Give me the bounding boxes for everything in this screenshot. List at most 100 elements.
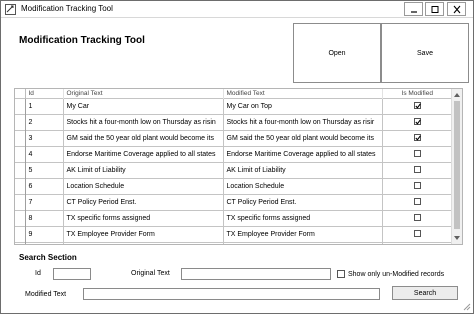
unchecked-checkbox[interactable] [413,150,421,158]
unchecked-checkbox[interactable] [413,230,421,238]
checked-checkbox[interactable] [413,118,421,126]
resize-grip-icon[interactable] [463,303,471,311]
cell-is-modified[interactable] [382,145,452,162]
table-row[interactable]: 3 GM said the 50 year old plant would bec… [15,129,452,146]
scrollbar-thumb[interactable] [454,101,460,229]
table-row[interactable]: 5 AK Limit of Liability AK Limit of Liabil… [15,161,452,178]
cell-modified-text[interactable]: TX Employee Provider Form [223,225,383,242]
cell-is-modified[interactable] [382,241,452,244]
close-button[interactable] [447,2,466,16]
cell-id[interactable]: 6 [25,177,64,194]
records-grid[interactable]: Id Original Text Modified Text Is Modifi… [14,88,463,245]
cell-is-modified[interactable] [382,177,452,194]
cell-is-modified[interactable] [382,225,452,242]
row-header[interactable] [15,225,26,242]
row-header[interactable] [15,209,26,226]
cell-id[interactable]: 10 [25,241,64,244]
cell-is-modified[interactable] [382,209,452,226]
modified-text-search-input[interactable] [83,288,380,300]
cell-modified-text[interactable]: Stocks hit a four-month low on Thursday … [223,113,383,130]
scroll-down-icon[interactable] [453,234,461,242]
table-row[interactable]: 4 Endorse Maritime Coverage applied to al… [15,145,452,162]
id-search-input[interactable] [53,268,91,280]
table-header-row: Id Original Text Modified Text Is Modifi… [15,89,452,98]
cell-is-modified[interactable] [382,161,452,178]
search-button[interactable]: Search [392,286,458,300]
unchecked-checkbox[interactable] [413,182,421,190]
cell-original-text[interactable]: TX specific forms assigned [63,209,224,226]
cell-original-text[interactable]: Endorse Maritime Coverage applied to all… [63,145,224,162]
maximize-button[interactable] [425,2,444,16]
checked-checkbox[interactable] [413,102,421,110]
row-header[interactable] [15,193,26,210]
window-title: Modification Tracking Tool [21,4,113,13]
cell-original-text[interactable]: TX Employee Provider Form [63,225,224,242]
unmodified-filter[interactable]: Show only un-Modified records [337,268,444,280]
table-row[interactable]: 6 Location Schedule Location Schedule [15,177,452,194]
column-header-is-modified[interactable]: Is Modified [382,89,452,98]
records-table: Id Original Text Modified Text Is Modifi… [15,89,452,244]
row-header[interactable] [15,241,26,244]
table-row[interactable]: 9 TX Employee Provider Form TX Employee Pr… [15,225,452,242]
cell-original-text[interactable]: Stocks hit a four-month low on Thursday … [63,113,224,130]
cell-id[interactable]: 1 [25,97,64,114]
save-button[interactable]: Save [381,23,469,83]
cell-modified-text[interactable] [223,241,383,244]
cell-modified-text[interactable]: AK Limit of Liability [223,161,383,178]
grid-vertical-scrollbar[interactable] [451,89,462,244]
column-header-original-text[interactable]: Original Text [63,89,224,98]
cell-id[interactable]: 7 [25,193,64,210]
cell-modified-text[interactable]: Endorse Maritime Coverage applied to all… [223,145,383,162]
cell-original-text[interactable]: Location Schedule [63,177,224,194]
cell-id[interactable]: 5 [25,161,64,178]
unchecked-checkbox[interactable] [413,166,421,174]
cell-is-modified[interactable] [382,97,452,114]
row-header[interactable] [15,161,26,178]
cell-modified-text[interactable]: My Car on Top [223,97,383,114]
table-row[interactable]: 1 My Car My Car on Top [15,97,452,114]
open-button[interactable]: Open [293,23,381,83]
table-row[interactable]: 10 [15,241,452,244]
column-header-modified-text[interactable]: Modified Text [223,89,383,98]
row-header[interactable] [15,129,26,146]
unchecked-checkbox[interactable] [413,198,421,206]
unmodified-only-checkbox[interactable] [337,270,345,278]
modified-text-label: Modified Text [25,291,67,298]
cell-id[interactable]: 2 [25,113,64,130]
column-header-id[interactable]: Id [25,89,64,98]
cell-id[interactable]: 8 [25,209,64,226]
minimize-icon [411,11,417,13]
table-row[interactable]: 2 Stocks hit a four-month low on Thursday… [15,113,452,130]
cell-original-text[interactable] [63,241,224,244]
unchecked-checkbox[interactable] [413,214,421,222]
table-row[interactable]: 8 TX specific forms assigned TX specific f… [15,209,452,226]
row-header[interactable] [15,97,26,114]
row-header[interactable] [15,145,26,162]
row-header[interactable] [15,177,26,194]
minimize-button[interactable] [404,2,423,16]
cell-is-modified[interactable] [382,129,452,146]
checkmark-icon [415,103,421,109]
cell-original-text[interactable]: AK Limit of Liability [63,161,224,178]
row-header[interactable] [15,113,26,130]
cell-original-text[interactable]: GM said the 50 year old plant would beco… [63,129,224,146]
cell-is-modified[interactable] [382,113,452,130]
cell-modified-text[interactable]: GM said the 50 year old plant would beco… [223,129,383,146]
original-text-search-input[interactable] [181,268,331,280]
table-row[interactable]: 7 CT Policy Period Enst. CT Policy Period … [15,193,452,210]
cell-modified-text[interactable]: CT Policy Period Enst. [223,193,383,210]
cell-id[interactable]: 4 [25,145,64,162]
cell-original-text[interactable]: My Car [63,97,224,114]
cell-is-modified[interactable] [382,193,452,210]
id-label: Id [35,270,41,277]
cell-id[interactable]: 3 [25,129,64,146]
original-text-label: Original Text [131,270,170,277]
row-header-corner [15,89,26,98]
cell-modified-text[interactable]: Location Schedule [223,177,383,194]
cell-modified-text[interactable]: TX specific forms assigned [223,209,383,226]
cell-original-text[interactable]: CT Policy Period Enst. [63,193,224,210]
checked-checkbox[interactable] [413,134,421,142]
cell-id[interactable]: 9 [25,225,64,242]
close-icon [453,5,461,14]
scroll-up-icon[interactable] [453,91,461,99]
